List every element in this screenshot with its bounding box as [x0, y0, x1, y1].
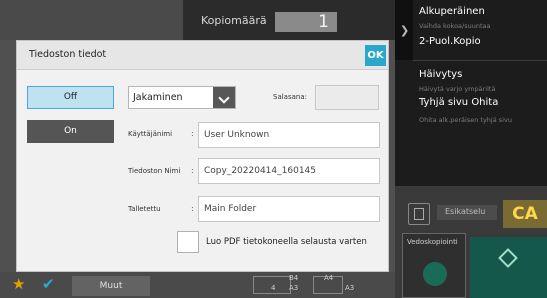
preview-icon-button[interactable] [408, 203, 430, 225]
erase-setting-title[interactable]: Häivytys [419, 69, 462, 80]
proof-copy-button[interactable]: Vedoskopiointi [402, 233, 466, 298]
blank-page-skip-title[interactable]: Tyhjä sivu Ohita [419, 97, 498, 108]
chevron-down-icon[interactable] [213, 87, 235, 108]
filename-field[interactable]: Copy_20220414_160145 [198, 158, 380, 184]
stored-folder-label: Talletettu [128, 205, 161, 213]
original-setting-subtitle: Vaihda kokoa/suuntaa [419, 22, 491, 30]
field-colon: : [191, 129, 194, 138]
erase-setting-subtitle: Häivytä varjo ympäriltä [419, 85, 496, 93]
panel-divider [413, 60, 547, 61]
paper-size-label: A3 [345, 284, 355, 292]
paper-size-label: A4 [324, 274, 334, 282]
preview-document-icon [414, 208, 424, 220]
sharing-select[interactable]: Jakaminen [128, 86, 236, 109]
checkmark-icon[interactable]: ✔ [42, 275, 55, 293]
off-button[interactable]: Off [27, 86, 114, 109]
proof-copy-label: Vedoskopiointi [407, 238, 458, 246]
more-button[interactable]: Muut [72, 276, 150, 296]
blank-page-skip-subtitle: Ohita alk.peräisen tyhjä sivu [419, 116, 512, 124]
clear-all-button[interactable]: CA [503, 200, 547, 228]
paper-size-label: A3 [289, 284, 299, 292]
paper-tray-status: B4 A3 4 A4 A3 [205, 274, 385, 298]
start-icon [498, 248, 518, 268]
proof-copy-icon [423, 262, 447, 286]
sharing-select-value: Jakaminen [133, 92, 183, 103]
paper-size-label: B4 [289, 274, 299, 282]
stored-folder-field[interactable]: Main Folder [198, 196, 380, 222]
paper-tray-number: 4 [271, 284, 276, 292]
file-info-dialog: Tiedoston tiedot OK Off On Jakaminen Sal… [16, 40, 389, 272]
copies-count[interactable]: 1 [275, 12, 337, 32]
field-colon: : [191, 204, 194, 213]
filename-label: Tiedoston Nimi [128, 167, 181, 175]
create-pdf-label: Luo PDF tietokoneella selausta varten [206, 237, 367, 247]
password-label: Salasana: [273, 93, 307, 101]
username-field[interactable]: User Unknown [198, 122, 380, 148]
original-setting-title[interactable]: Alkuperäinen [419, 6, 485, 17]
password-field[interactable] [315, 85, 379, 110]
panel-toggle[interactable]: ❯ [395, 0, 413, 60]
copies-block: Kopiomäärä 1 [183, 0, 395, 40]
dialog-title: Tiedoston tiedot [29, 49, 107, 60]
start-button[interactable] [470, 237, 547, 298]
username-label: Käyttäjänimi [128, 130, 173, 138]
on-button[interactable]: On [27, 120, 114, 143]
right-settings-panel: ❯ Alkuperäinen Vaihda kokoa/suuntaa 2-Pu… [395, 0, 547, 186]
star-icon[interactable]: ★ [12, 275, 25, 293]
dialog-header: Tiedoston tiedot OK [17, 41, 388, 70]
create-pdf-checkbox[interactable] [177, 231, 199, 253]
field-colon: : [191, 166, 194, 175]
chevron-right-icon: ❯ [400, 24, 410, 37]
copies-label: Kopiomäärä [201, 14, 267, 27]
preview-button[interactable]: Esikatselu [437, 205, 498, 220]
duplex-copy-title[interactable]: 2-Puol.Kopio [419, 36, 481, 47]
ok-button[interactable]: OK [365, 45, 386, 66]
